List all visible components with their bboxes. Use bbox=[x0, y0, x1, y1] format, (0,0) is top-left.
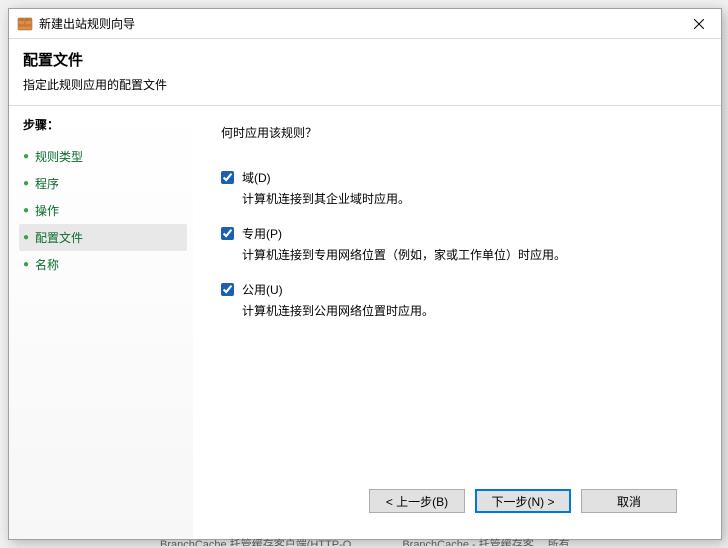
step-label: 名称 bbox=[35, 256, 59, 273]
next-button-label: 下一步(N) > bbox=[491, 493, 554, 510]
steps-sidebar: 步骤： ● 规则类型 ● 程序 ● 操作 ● 配置文件 ● 名称 bbox=[9, 106, 193, 539]
next-button[interactable]: 下一步(N) > bbox=[475, 489, 571, 513]
option-private: 专用(P) 计算机连接到专用网络位置（例如，家或工作单位）时应用。 bbox=[221, 225, 693, 263]
step-label: 配置文件 bbox=[35, 229, 83, 246]
window-title: 新建出站规则向导 bbox=[39, 15, 676, 32]
wizard-window: 新建出站规则向导 配置文件 指定此规则应用的配置文件 步骤： ●规则类型●程序●… bbox=[8, 8, 722, 540]
wizard-footer: < 上一步(B) 下一步(N) > 取消 bbox=[221, 477, 693, 529]
bullet-icon: ● bbox=[23, 151, 29, 162]
option-private-checkbox[interactable] bbox=[221, 227, 234, 240]
step-1[interactable]: ● 程序 bbox=[19, 170, 187, 197]
firewall-icon bbox=[17, 16, 33, 32]
step-0[interactable]: ● 规则类型 bbox=[19, 143, 187, 170]
content-question: 何时应用该规则？ bbox=[221, 124, 693, 141]
page-subtitle: 指定此规则应用的配置文件 bbox=[23, 76, 707, 93]
option-domain: 域(D) 计算机连接到其企业域时应用。 bbox=[221, 169, 693, 207]
steps-heading: 步骤： bbox=[19, 116, 187, 133]
back-button[interactable]: < 上一步(B) bbox=[369, 489, 465, 513]
wizard-content: 何时应用该规则？ 域(D) 计算机连接到其企业域时应用。专用(P) 计算机连接到专用… bbox=[193, 106, 721, 539]
option-domain-label: 域(D) bbox=[242, 169, 271, 186]
step-label: 规则类型 bbox=[35, 148, 83, 165]
option-public-desc: 计算机连接到公用网络位置时应用。 bbox=[221, 302, 693, 319]
option-domain-desc: 计算机连接到其企业域时应用。 bbox=[221, 190, 693, 207]
cancel-button[interactable]: 取消 bbox=[581, 489, 677, 513]
close-button[interactable] bbox=[676, 9, 721, 38]
wizard-body: 步骤： ● 规则类型 ● 程序 ● 操作 ● 配置文件 ● 名称 何时应用该规则？ 域(D) 计算机… bbox=[9, 106, 721, 539]
titlebar: 新建出站规则向导 bbox=[9, 9, 721, 39]
option-public-checkbox[interactable] bbox=[221, 283, 234, 296]
bullet-icon: ● bbox=[23, 232, 29, 243]
cancel-button-label: 取消 bbox=[617, 493, 641, 510]
step-2[interactable]: ● 操作 bbox=[19, 197, 187, 224]
bullet-icon: ● bbox=[23, 178, 29, 189]
back-button-label: < 上一步(B) bbox=[386, 493, 448, 510]
close-icon bbox=[694, 19, 704, 29]
option-domain-row[interactable]: 域(D) bbox=[221, 169, 693, 186]
option-private-row[interactable]: 专用(P) bbox=[221, 225, 693, 242]
bullet-icon: ● bbox=[23, 205, 29, 216]
option-public: 公用(U) 计算机连接到公用网络位置时应用。 bbox=[221, 281, 693, 319]
bullet-icon: ● bbox=[23, 259, 29, 270]
option-domain-checkbox[interactable] bbox=[221, 171, 234, 184]
step-4[interactable]: ● 名称 bbox=[19, 251, 187, 278]
step-3[interactable]: ● 配置文件 bbox=[19, 224, 187, 251]
option-public-row[interactable]: 公用(U) bbox=[221, 281, 693, 298]
option-private-label: 专用(P) bbox=[242, 225, 282, 242]
step-label: 操作 bbox=[35, 202, 59, 219]
step-label: 程序 bbox=[35, 175, 59, 192]
page-title: 配置文件 bbox=[23, 49, 707, 70]
option-public-label: 公用(U) bbox=[242, 281, 283, 298]
option-private-desc: 计算机连接到专用网络位置（例如，家或工作单位）时应用。 bbox=[221, 246, 693, 263]
wizard-header: 配置文件 指定此规则应用的配置文件 bbox=[9, 39, 721, 106]
